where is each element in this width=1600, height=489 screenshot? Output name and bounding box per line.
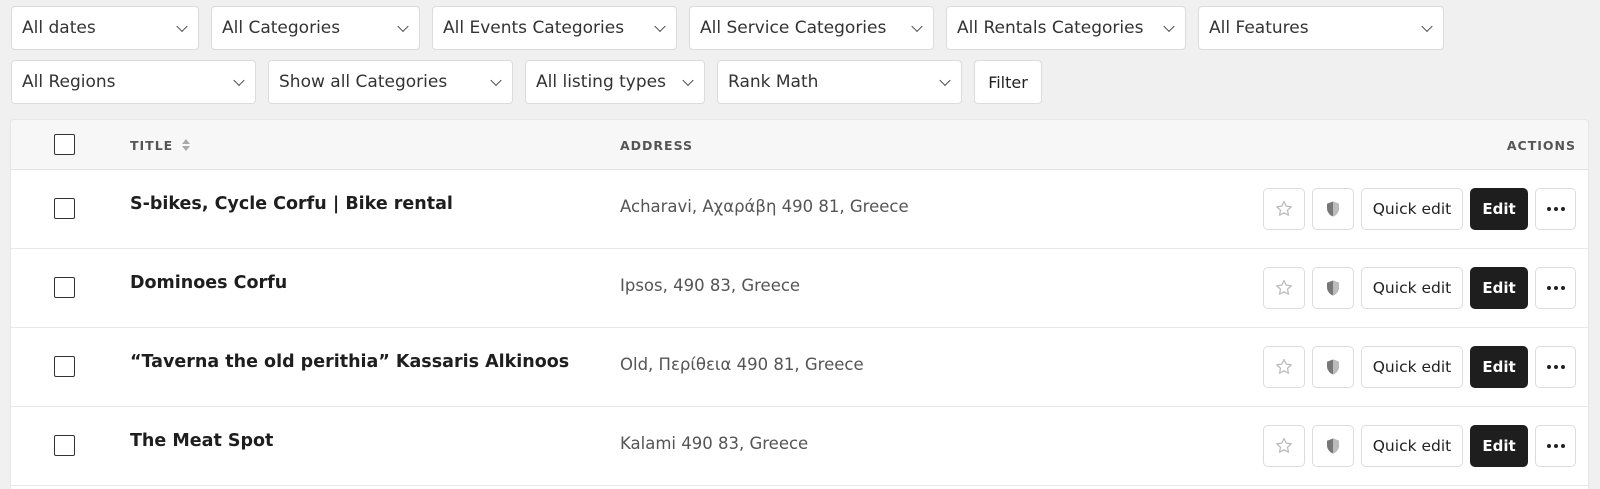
chevron-down-icon [939,74,951,87]
row-checkbox[interactable] [54,277,75,298]
events-categories-filter-select[interactable]: All Events Categories [432,6,677,50]
chevron-down-icon [911,20,923,33]
rank-math-filter-label: Rank Math [728,72,819,92]
chevron-down-icon [176,20,188,33]
shield-icon[interactable] [1312,188,1354,230]
shield-icon[interactable] [1312,267,1354,309]
listing-address: Kalami 490 83, Greece [620,434,809,453]
listing-address: Ipsos, 490 83, Greece [620,276,801,295]
actions-header-label: ACTIONS [1506,137,1576,153]
edit-button[interactable]: Edit [1470,267,1528,309]
listings-table: TITLE ADDRESS ACTIONS S-bikes, Cycle Cor… [10,119,1589,489]
title-header-label: TITLE [130,137,174,153]
filter-bar-bottom: All Regions Show all Categories All list… [0,60,1600,104]
features-filter-label: All Features [1209,18,1309,38]
row-checkbox[interactable] [54,198,75,219]
chevron-down-icon [682,74,694,87]
actions-column-header: ACTIONS [1507,120,1576,170]
quick-edit-button[interactable]: Quick edit [1361,188,1463,230]
listing-title-link[interactable]: The Meat Spot [130,431,273,451]
row-checkbox[interactable] [54,435,75,456]
listing-title-link[interactable]: Dominoes Corfu [130,273,287,293]
quick-edit-button[interactable]: Quick edit [1361,346,1463,388]
listing-title-link[interactable]: “Taverna the old perithia” Kassaris Alki… [130,352,569,372]
more-horizontal-icon[interactable] [1535,346,1576,388]
rentals-categories-filter-label: All Rentals Categories [957,18,1144,38]
star-outline-icon[interactable] [1263,267,1305,309]
edit-button[interactable]: Edit [1470,425,1528,467]
filter-bar-top: All dates All Categories All Events Cate… [0,6,1600,50]
show-categories-filter-label: Show all Categories [279,72,448,92]
listing-types-filter-label: All listing types [536,72,666,92]
categories-filter-select[interactable]: All Categories [211,6,420,50]
regions-filter-select[interactable]: All Regions [11,60,256,104]
chevron-down-icon [233,74,245,87]
star-outline-icon[interactable] [1263,346,1305,388]
more-horizontal-icon[interactable] [1535,188,1576,230]
select-all-checkbox[interactable] [54,134,75,155]
row-actions: Quick edit Edit [1263,188,1576,230]
address-column-header: ADDRESS [620,120,693,170]
chevron-down-icon [490,74,502,87]
more-horizontal-icon[interactable] [1535,267,1576,309]
sort-icon[interactable] [182,139,191,151]
quick-edit-button[interactable]: Quick edit [1361,267,1463,309]
title-column-header[interactable]: TITLE [130,120,191,170]
edit-button[interactable]: Edit [1470,346,1528,388]
listing-address: Old, Περίθεια 490 81, Greece [620,355,864,374]
chevron-down-icon [1163,20,1175,33]
listing-title-link[interactable]: S-bikes, Cycle Corfu | Bike rental [130,194,453,214]
table-row: Dominoes Corfu Ipsos, 490 83, Greece Qui… [11,249,1588,328]
events-categories-filter-label: All Events Categories [443,18,625,38]
more-horizontal-icon[interactable] [1535,425,1576,467]
chevron-down-icon [654,20,666,33]
show-categories-filter-select[interactable]: Show all Categories [268,60,513,104]
edit-button[interactable]: Edit [1470,188,1528,230]
table-row: “Taverna the old perithia” Kassaris Alki… [11,328,1588,407]
rank-math-filter-select[interactable]: Rank Math [717,60,962,104]
address-header-label: ADDRESS [620,137,694,153]
service-categories-filter-label: All Service Categories [700,18,887,38]
shield-icon[interactable] [1312,425,1354,467]
quick-edit-button[interactable]: Quick edit [1361,425,1463,467]
chevron-down-icon [397,20,409,33]
shield-icon[interactable] [1312,346,1354,388]
service-categories-filter-select[interactable]: All Service Categories [689,6,934,50]
row-actions: Quick edit Edit [1263,425,1576,467]
chevron-down-icon [1421,20,1433,33]
star-outline-icon[interactable] [1263,425,1305,467]
rentals-categories-filter-select[interactable]: All Rentals Categories [946,6,1186,50]
features-filter-select[interactable]: All Features [1198,6,1444,50]
table-header: TITLE ADDRESS ACTIONS [11,120,1588,170]
table-row: S-bikes, Cycle Corfu | Bike rental Achar… [11,170,1588,249]
dates-filter-select[interactable]: All dates [11,6,199,50]
star-outline-icon[interactable] [1263,188,1305,230]
row-actions: Quick edit Edit [1263,346,1576,388]
listing-types-filter-select[interactable]: All listing types [525,60,705,104]
categories-filter-label: All Categories [222,18,341,38]
table-row: The Meat Spot Kalami 490 83, Greece Quic… [11,407,1588,486]
row-checkbox[interactable] [54,356,75,377]
row-actions: Quick edit Edit [1263,267,1576,309]
dates-filter-label: All dates [22,18,96,38]
filter-button[interactable]: Filter [974,60,1042,104]
listing-address: Acharavi, Αχαράβη 490 81, Greece [620,197,909,216]
regions-filter-label: All Regions [22,72,116,92]
